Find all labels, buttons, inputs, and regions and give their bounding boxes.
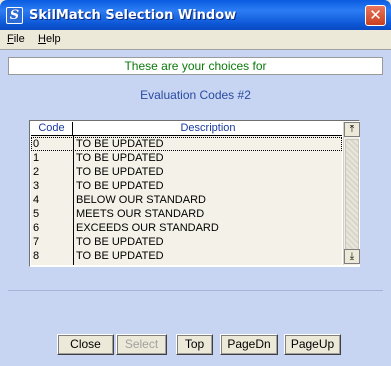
selection-window: S SkilMatch Selection Window ✕ File Help… <box>0 0 391 366</box>
code-cell: 8 <box>33 250 40 262</box>
description-cell: TO BE UPDATED <box>76 138 164 150</box>
code-cell: 6 <box>33 222 40 234</box>
table-row[interactable]: 7 TO BE UPDATED <box>31 235 342 249</box>
header-text: These are your choices for <box>8 57 383 75</box>
table-row[interactable]: 4 BELOW OUR STANDARD <box>31 193 342 207</box>
column-header-code[interactable]: Code <box>31 122 73 136</box>
table-row[interactable]: 3 TO BE UPDATED <box>31 179 342 193</box>
pageup-button[interactable]: PageUp <box>284 334 341 355</box>
table-row[interactable]: 6 EXCEEDS OUR STANDARD <box>31 221 342 235</box>
grid-body: Code Description 0 TO BE UPDATED 1 TO BE UP… <box>31 122 342 265</box>
description-cell: BELOW OUR STANDARD <box>76 194 206 206</box>
description-cell: TO BE UPDATED <box>76 152 164 164</box>
description-cell: TO BE UPDATED <box>76 236 164 248</box>
page-subtitle: Evaluation Codes #2 <box>140 88 251 102</box>
window-title: SkilMatch Selection Window <box>29 8 237 23</box>
divider <box>8 290 383 291</box>
column-header-description[interactable]: Description <box>74 122 342 136</box>
code-cell: 3 <box>33 180 40 192</box>
select-button[interactable]: Select <box>116 334 167 355</box>
scroll-to-bottom-button[interactable]: ⤓ <box>344 249 360 264</box>
code-cell: 7 <box>33 236 40 248</box>
codes-grid: Code Description 0 TO BE UPDATED 1 TO BE UP… <box>29 120 360 267</box>
app-icon[interactable]: S <box>6 7 23 24</box>
grid-rows: 0 TO BE UPDATED 1 TO BE UPDATED 2 TO BE UPDAT… <box>31 137 342 263</box>
table-row[interactable]: 2 TO BE UPDATED <box>31 165 342 179</box>
scroll-thumb[interactable] <box>345 139 359 253</box>
description-cell: TO BE UPDATED <box>76 250 164 262</box>
code-cell: 5 <box>33 208 40 220</box>
pagedn-button[interactable]: PageDn <box>220 334 278 355</box>
code-cell: 4 <box>33 194 40 206</box>
menu-file[interactable]: File <box>7 33 25 45</box>
description-cell: MEETS OUR STANDARD <box>76 208 205 220</box>
table-row[interactable]: 8 TO BE UPDATED <box>31 249 342 263</box>
description-cell: TO BE UPDATED <box>76 166 164 178</box>
close-button[interactable]: Close <box>57 334 114 355</box>
description-cell: EXCEEDS OUR STANDARD <box>76 222 219 234</box>
grid-header: Code Description <box>31 122 342 136</box>
description-cell: TO BE UPDATED <box>76 180 164 192</box>
vertical-scrollbar[interactable]: ⤒ ⤓ <box>343 122 360 265</box>
table-row[interactable]: 0 TO BE UPDATED <box>31 137 342 151</box>
table-row[interactable]: 1 TO BE UPDATED <box>31 151 342 165</box>
close-window-button[interactable]: ✕ <box>365 5 386 26</box>
code-cell: 0 <box>33 138 40 150</box>
table-row[interactable]: 5 MEETS OUR STANDARD <box>31 207 342 221</box>
code-cell: 1 <box>33 152 40 164</box>
content-panel: These are your choices for Evaluation Co… <box>0 49 391 366</box>
title-bar[interactable]: S SkilMatch Selection Window ✕ <box>0 0 391 30</box>
code-cell: 2 <box>33 166 40 178</box>
top-button[interactable]: Top <box>176 334 213 355</box>
scroll-to-top-button[interactable]: ⤒ <box>344 122 360 137</box>
menu-bar: File Help <box>0 30 391 49</box>
menu-help[interactable]: Help <box>38 33 61 45</box>
